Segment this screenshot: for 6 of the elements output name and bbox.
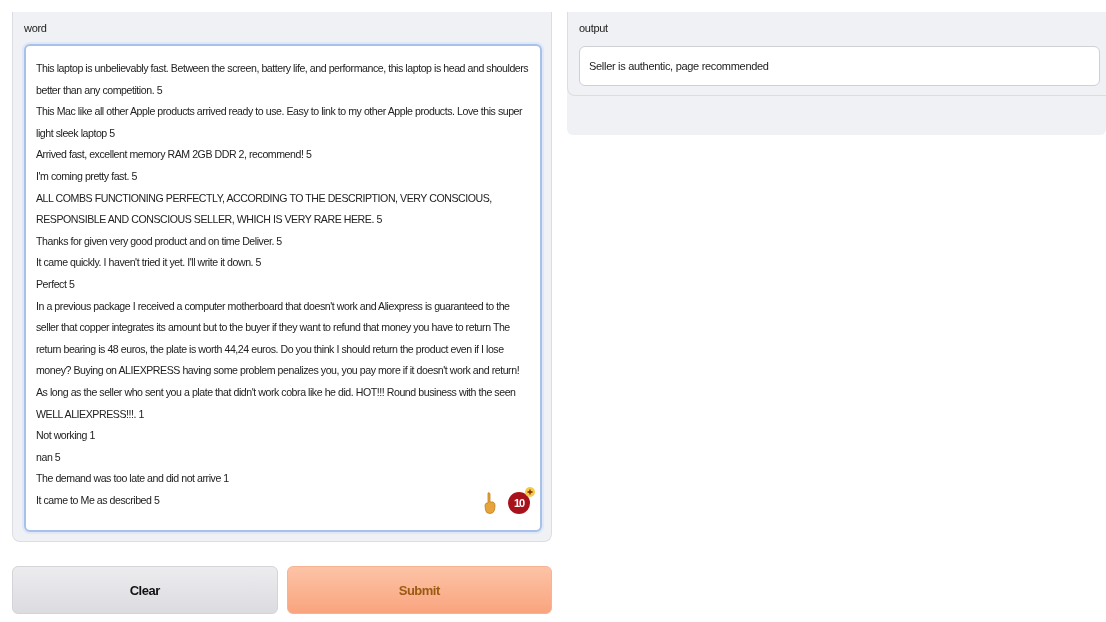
pointing-hand-icon[interactable] <box>484 492 496 514</box>
plus-icon <box>525 487 535 497</box>
output-field: Seller is authentic, page recommended <box>579 46 1100 86</box>
field-label: output <box>579 22 608 34</box>
field-label: word <box>24 22 47 34</box>
clear-button[interactable]: Clear <box>12 566 278 614</box>
